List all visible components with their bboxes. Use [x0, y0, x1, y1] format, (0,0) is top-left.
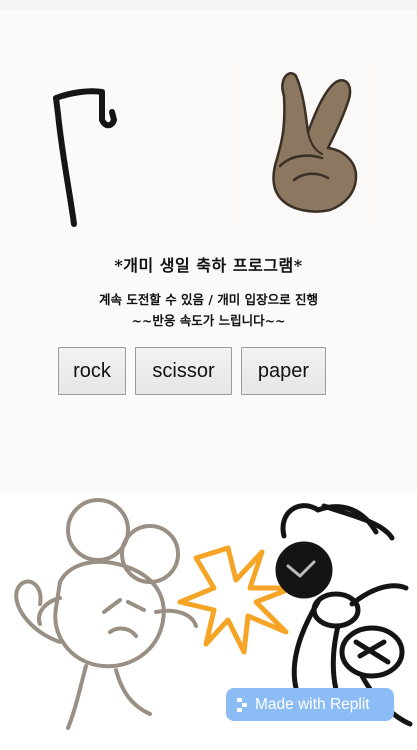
cane-drawing — [53, 88, 117, 227]
subtitle-line-1: 계속 도전할 수 있음 / 개미 입장으로 진행 — [98, 292, 319, 307]
page-title: *개미 생일 축하 프로그램* — [114, 256, 303, 275]
paper-button[interactable]: paper — [241, 347, 326, 395]
badge-label: Made with Replit — [255, 695, 370, 713]
top-strip — [0, 0, 417, 10]
page-subtitle: 계속 도전할 수 있음 / 개미 입장으로 진행 ~~반응 속도가 느립니다~~ — [0, 289, 417, 331]
replit-icon — [237, 697, 247, 712]
spark-figure — [177, 545, 295, 655]
peace-hand-drawing — [232, 58, 378, 230]
subtitle-line-2: ~~반응 속도가 느립니다~~ — [131, 313, 286, 328]
scissor-button[interactable]: scissor — [135, 347, 232, 395]
mouse-figure — [14, 498, 198, 730]
made-with-replit-badge[interactable]: Made with Replit — [226, 688, 394, 721]
rock-button[interactable]: rock — [58, 347, 126, 395]
